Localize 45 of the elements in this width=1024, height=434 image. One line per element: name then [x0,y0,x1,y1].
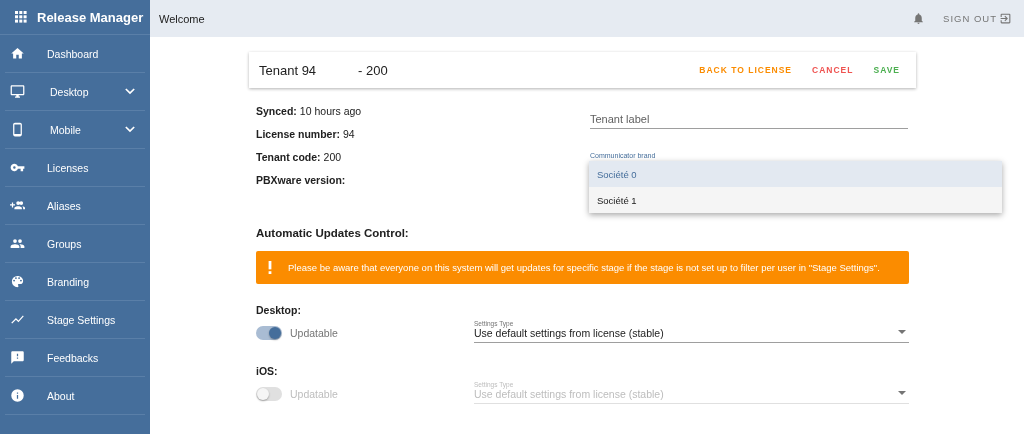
tenant-code: - 200 [358,62,389,78]
nav-item[interactable]: Mobile [5,111,145,149]
info-line: Tenant code: 200 [256,151,343,165]
phone-icon [10,122,25,137]
app-title: Release Manager [37,9,144,25]
menu-option[interactable]: Société 0 [589,161,1002,187]
apps-grid-icon[interactable] [15,11,27,23]
palette-icon [10,274,25,289]
nav-item[interactable]: Stage Settings [5,301,145,339]
sign-out-button[interactable]: SIGN OUT [943,12,1012,25]
nav-item[interactable]: Dashboard [5,35,145,73]
nav-item[interactable]: About [5,377,145,415]
warning-text: Please be aware that everyone on this system will get updates for specific stage if the stage is not set up to filter per user in "Stage Settings". [288,262,880,273]
chevron-down-icon [125,88,135,95]
info-line: PBXware version: [256,174,347,188]
section-title: Automatic Updates Control: [255,227,410,239]
info-line: License number: 94 [256,128,356,142]
exclamation-icon [268,261,272,274]
action-button[interactable]: CANCEL [806,61,860,79]
action-button[interactable]: SAVE [867,61,906,79]
caret-icon [898,330,906,334]
sign-out-icon [999,12,1012,25]
nav-item[interactable]: Branding [5,263,145,301]
toggle-switch[interactable] [256,326,282,340]
nav-item[interactable]: Groups [5,225,145,263]
nav-item[interactable]: Feedbacks [5,339,145,377]
toggle-label: Updatable [290,388,338,400]
bell-icon[interactable] [912,12,926,25]
caret-icon [898,391,906,395]
toggle-label: Updatable [290,327,338,339]
menu-option[interactable]: Société 1 [589,187,1002,213]
tenant-title: Tenant 94 [259,62,318,78]
info-line: Synced: 10 hours ago [256,105,363,119]
platform-label: iOS: [256,365,279,377]
info-icon [10,388,25,403]
chevron-down-icon [125,126,135,133]
monitor-icon [10,84,25,99]
people-icon [10,236,25,251]
platform-label: Desktop: [256,304,302,316]
feedback-icon [10,350,25,365]
home-icon [10,46,25,61]
nav-item[interactable]: Licenses [5,149,145,187]
nav-item[interactable]: Desktop [5,73,145,111]
page-title: Welcome [159,12,206,25]
nav-item[interactable]: Aliases [5,187,145,225]
